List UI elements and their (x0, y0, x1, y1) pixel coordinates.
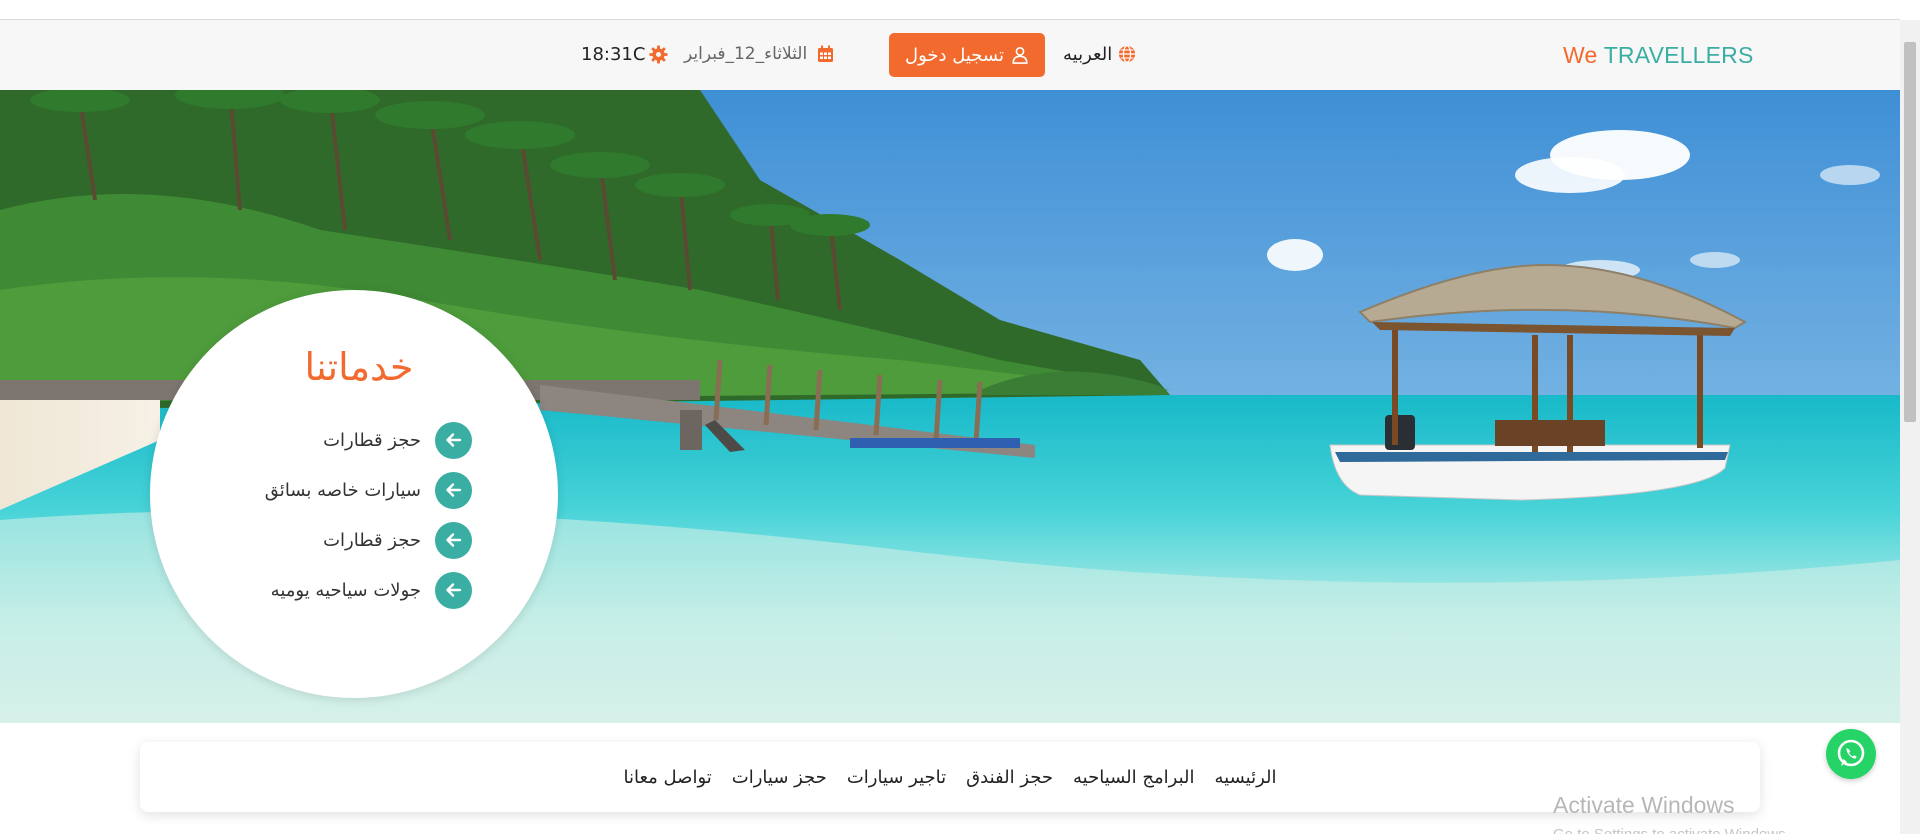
logo-travellers: TRAVELLERS (1603, 42, 1754, 68)
browser-top-edge (0, 0, 1900, 20)
whatsapp-button[interactable] (1826, 729, 1876, 779)
services-title: خدماتنا (304, 345, 414, 389)
arrow-left-icon (435, 521, 472, 559)
language-switcher[interactable]: العربيه (1063, 42, 1136, 66)
whatsapp-icon (1837, 739, 1865, 767)
nav-item-car-booking[interactable]: حجز سيارات (732, 767, 827, 788)
service-item[interactable]: جولات سياحيه يوميه (242, 571, 472, 609)
services-panel: خدماتنا حجز قطارات سيارات خاصه بسائق حجز… (150, 290, 558, 698)
page-scrollbar[interactable] (1900, 20, 1920, 834)
user-icon (1012, 46, 1028, 64)
current-date: الثلاثاء_12_فبراير (684, 42, 834, 66)
login-button[interactable]: تسجيل دخول (889, 33, 1045, 77)
login-label: تسجيل دخول (905, 44, 1004, 66)
scrollbar-thumb[interactable] (1904, 42, 1916, 422)
service-item[interactable]: حجز قطارات (242, 521, 472, 559)
calendar-icon (818, 45, 834, 62)
arrow-left-icon (435, 571, 472, 609)
hero-banner: خدماتنا حجز قطارات سيارات خاصه بسائق حجز… (0, 90, 1900, 723)
main-navigation: الرئيسيه البرامج السياحيه حجز الفندق تاج… (140, 742, 1760, 812)
page: We TRAVELLERS العربيه تسجيل دخول الثلاثا… (0, 0, 1920, 834)
temperature-label: 18:31C (581, 43, 646, 65)
arrow-left-icon (435, 421, 472, 459)
language-label: العربيه (1063, 43, 1113, 65)
service-item[interactable]: سيارات خاصه بسائق (242, 471, 472, 509)
nav-item-car-rental[interactable]: تاجير سيارات (847, 767, 946, 788)
windows-activation-subtitle: Go to Settings to activate Windows. (1553, 826, 1803, 834)
logo-we: We (1563, 42, 1598, 68)
nav-item-contact[interactable]: تواصل معانا (624, 767, 712, 788)
site-logo[interactable]: We TRAVELLERS (1563, 42, 1754, 69)
weather-temperature: 18:31C (581, 42, 668, 66)
services-list: حجز قطارات سيارات خاصه بسائق حجز قطارات (242, 421, 472, 622)
service-label: حجز قطارات (323, 529, 421, 551)
service-item[interactable]: حجز قطارات (242, 421, 472, 459)
nav-item-home[interactable]: الرئيسيه (1215, 767, 1277, 788)
service-label: سيارات خاصه بسائق (264, 479, 421, 501)
globe-icon (1119, 45, 1136, 63)
nav-item-hotel-booking[interactable]: حجز الفندق (966, 767, 1053, 788)
nav-item-tour-programs[interactable]: البرامج السياحيه (1073, 767, 1195, 788)
gear-icon (649, 44, 668, 64)
date-label: الثلاثاء_12_فبراير (684, 44, 808, 64)
service-label: جولات سياحيه يوميه (270, 579, 421, 601)
site-header: We TRAVELLERS العربيه تسجيل دخول الثلاثا… (0, 20, 1900, 91)
windows-activation-title: Activate Windows (1553, 792, 1735, 818)
arrow-left-icon (435, 471, 472, 509)
service-label: حجز قطارات (323, 429, 421, 451)
